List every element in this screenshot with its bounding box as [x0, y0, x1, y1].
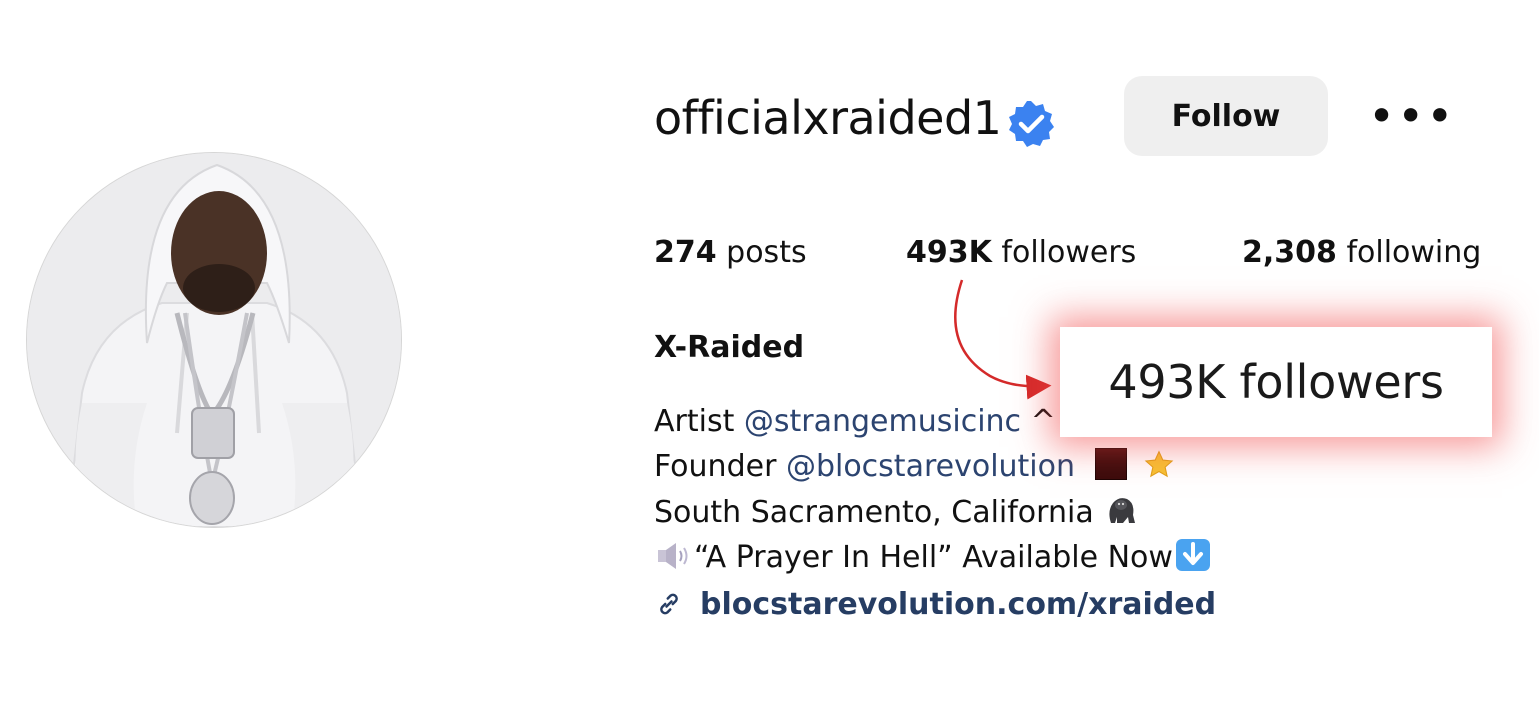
following-count: 2,308	[1242, 235, 1337, 270]
stat-posts: 274 posts	[654, 232, 807, 274]
mention-blocstarevolution[interactable]: @blocstarevolution	[786, 449, 1075, 484]
speaker-emoji-icon	[658, 543, 688, 569]
dark-square-emoji-icon	[1094, 448, 1127, 480]
stat-following[interactable]: 2,308 following	[1242, 232, 1481, 274]
callout-arrow	[954, 279, 1052, 400]
follow-button[interactable]: Follow	[1124, 76, 1328, 156]
bio-artist-suffix: ^	[1021, 404, 1056, 439]
bio-line-artist: Artist @strangemusicinc ^	[654, 402, 1056, 442]
bio-release-text: “A Prayer In Hell” Available Now	[694, 540, 1173, 575]
verified-check-icon	[1009, 101, 1054, 147]
followers-count: 493K	[906, 235, 992, 270]
following-label: following	[1336, 235, 1482, 270]
mention-strangemusicinc[interactable]: @strangemusicinc	[744, 404, 1021, 439]
down-arrow-emoji-icon	[1175, 539, 1210, 571]
stat-followers[interactable]: 493K followers	[906, 232, 1136, 274]
bio-location-text: South Sacramento, California	[654, 495, 1104, 530]
posts-label: posts	[716, 235, 807, 270]
bio-line-release: “A Prayer In Hell” Available Now	[654, 538, 1211, 578]
link-icon	[660, 593, 678, 615]
profile-avatar[interactable]	[27, 153, 401, 527]
more-dots-icon[interactable]: •••	[1368, 93, 1453, 139]
profile-username: officialxraided1	[654, 91, 1002, 145]
followers-label: followers	[991, 235, 1137, 270]
bio-line-founder: Founder @blocstarevolution	[654, 447, 1176, 487]
bio-founder-prefix: Founder	[654, 449, 786, 484]
bio-artist-prefix: Artist	[654, 404, 744, 439]
bio-website-link[interactable]: blocstarevolution.com/xraided	[700, 587, 1216, 622]
bio-link-row[interactable]: blocstarevolution.com/xraided	[654, 582, 1216, 626]
callout-text: 493K followers	[1108, 355, 1444, 409]
avatar-photo	[27, 153, 401, 527]
star-emoji-icon	[1144, 450, 1174, 478]
gorilla-emoji-icon	[1109, 498, 1136, 523]
posts-count: 274	[654, 235, 717, 270]
profile-full-name: X-Raided	[654, 330, 805, 365]
followers-callout: 493K followers	[1060, 327, 1492, 437]
bio-line-location: South Sacramento, California	[654, 493, 1139, 533]
